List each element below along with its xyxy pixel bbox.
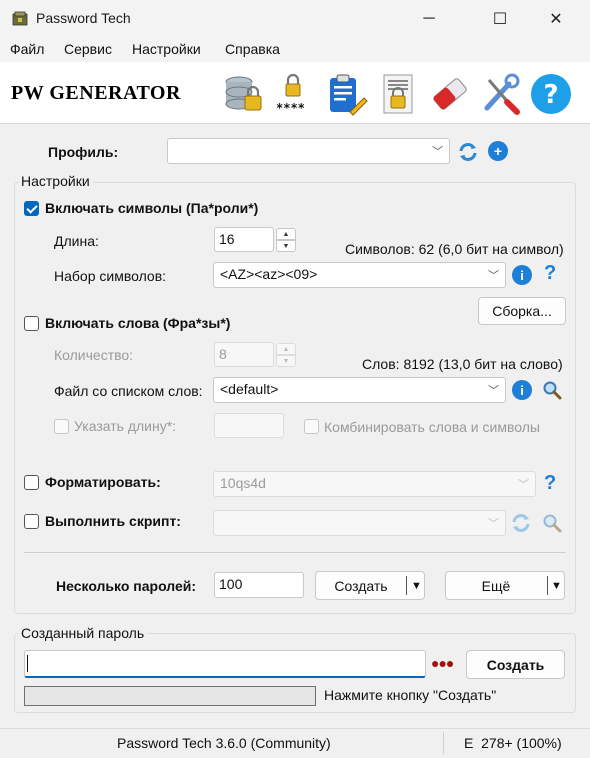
- multi-label: Несколько паролей:: [56, 578, 197, 594]
- multi-create-label: Создать: [334, 577, 388, 594]
- close-icon: ✕: [549, 11, 563, 28]
- refresh-icon[interactable]: [457, 141, 479, 163]
- close-button[interactable]: ✕: [533, 0, 579, 38]
- charset-value: <AZ><az><09>: [220, 266, 318, 282]
- format-label[interactable]: Форматировать:: [45, 474, 161, 490]
- charset-info-button[interactable]: i: [512, 265, 532, 285]
- svg-text:?: ?: [543, 80, 558, 110]
- wordlist-value: <default>: [220, 381, 279, 397]
- profile-select[interactable]: ﹀: [167, 138, 450, 164]
- format-checkbox[interactable]: [24, 475, 39, 490]
- format-select[interactable]: 10qs4d ﹀: [213, 471, 536, 497]
- search-icon[interactable]: [542, 380, 562, 400]
- script-checkbox[interactable]: [24, 514, 39, 529]
- maximize-icon: ☐: [492, 11, 508, 28]
- include-chars-label[interactable]: Включать символы (Па*роли*): [45, 200, 258, 216]
- database-lock-icon[interactable]: [221, 72, 265, 116]
- minimize-button[interactable]: ─: [406, 0, 452, 38]
- words-info: Слов: 8192 (13,0 бит на слово): [362, 356, 563, 372]
- divider: [24, 552, 566, 553]
- length-spinner[interactable]: ▲ ▼: [276, 228, 296, 252]
- status-separator: [443, 732, 444, 754]
- chevron-down-icon: ﹀: [488, 518, 499, 530]
- minimize-icon: ─: [423, 10, 435, 27]
- charset-help-icon[interactable]: ?: [544, 262, 556, 285]
- chevron-down-icon: ﹀: [432, 146, 443, 158]
- menu-file[interactable]: Файл: [10, 41, 44, 57]
- chars-info: Символов: 62 (6,0 бит на символ): [345, 241, 564, 257]
- split-divider: [547, 576, 548, 595]
- combine-label[interactable]: Комбинировать слова и символы: [324, 419, 540, 435]
- generate-button[interactable]: Создать: [466, 650, 565, 679]
- help-icon[interactable]: ?: [529, 72, 573, 116]
- eraser-icon[interactable]: [428, 72, 472, 116]
- spin-down-icon[interactable]: ▼: [276, 355, 296, 367]
- profile-label: Профиль:: [48, 144, 119, 160]
- document-lock-icon[interactable]: [377, 72, 421, 116]
- generated-password-field[interactable]: [24, 650, 426, 678]
- multi-count-input[interactable]: 100: [214, 572, 304, 598]
- include-words-label[interactable]: Включать слова (Фра*зы*): [45, 315, 230, 331]
- show-password-toggle[interactable]: ●●●: [431, 655, 454, 671]
- split-divider: [406, 576, 407, 595]
- menu-help[interactable]: Справка: [225, 41, 280, 57]
- dropdown-arrow-icon[interactable]: ▼: [411, 580, 422, 592]
- menu-service[interactable]: Сервис: [64, 41, 112, 57]
- format-help-icon[interactable]: ?: [544, 472, 556, 495]
- info-icon: i: [520, 382, 524, 398]
- wordlist-select[interactable]: <default> ﹀: [213, 377, 506, 403]
- text-cursor: [27, 655, 28, 672]
- charset-select[interactable]: <AZ><az><09> ﹀: [213, 262, 506, 288]
- wordlist-label: Файл со списком слов:: [54, 383, 203, 399]
- chevron-down-icon: ﹀: [488, 385, 499, 397]
- format-value: 10qs4d: [220, 475, 266, 491]
- maximize-button[interactable]: ☐: [477, 0, 523, 38]
- app-icon: [12, 11, 28, 26]
- include-words-checkbox[interactable]: [24, 316, 39, 331]
- generated-hint: Нажмите кнопку "Создать": [324, 687, 497, 703]
- strength-meter: [24, 686, 316, 706]
- spin-up-icon[interactable]: ▲: [276, 228, 296, 240]
- svg-text:****: ****: [276, 101, 305, 115]
- length-label: Длина:: [54, 233, 99, 249]
- count-spinner[interactable]: ▲ ▼: [276, 343, 296, 367]
- build-button[interactable]: Сборка...: [478, 297, 566, 325]
- info-icon: i: [520, 267, 524, 283]
- logo-text: PW GENERATOR: [11, 82, 181, 104]
- generated-group-title: Созданный пароль: [18, 625, 148, 641]
- tools-icon[interactable]: [479, 72, 523, 116]
- charset-label: Набор символов:: [54, 268, 167, 284]
- count-label: Количество:: [54, 347, 134, 363]
- wordlist-info-button[interactable]: i: [512, 380, 532, 400]
- window-title: Password Tech: [36, 10, 131, 26]
- more-label: Ещё: [481, 577, 511, 594]
- title-bar: Password Tech ─ ☐ ✕: [0, 0, 590, 38]
- clipboard-edit-icon[interactable]: [324, 72, 368, 116]
- script-select[interactable]: ﹀: [213, 510, 506, 536]
- refresh-script-icon[interactable]: [510, 512, 532, 534]
- multi-create-button[interactable]: Создать ▼: [315, 571, 425, 600]
- combine-checkbox[interactable]: [304, 419, 319, 434]
- more-button[interactable]: Ещё ▼: [445, 571, 565, 600]
- status-zoom: E 278+ (100%): [464, 735, 562, 751]
- count-input[interactable]: 8: [214, 342, 274, 367]
- chevron-down-icon: ﹀: [488, 270, 499, 282]
- length-input[interactable]: 16: [214, 227, 274, 252]
- add-profile-button[interactable]: +: [488, 141, 508, 161]
- specify-length-label[interactable]: Указать длину*:: [74, 418, 176, 434]
- plus-icon: +: [493, 143, 503, 159]
- settings-group-title: Настройки: [18, 173, 93, 189]
- dropdown-arrow-icon[interactable]: ▼: [551, 580, 562, 592]
- script-label[interactable]: Выполнить скрипт:: [45, 513, 181, 529]
- chevron-down-icon: ﹀: [518, 479, 529, 491]
- password-mask-icon[interactable]: ****: [272, 72, 316, 116]
- status-version: Password Tech 3.6.0 (Community): [117, 735, 331, 751]
- spin-down-icon[interactable]: ▼: [276, 240, 296, 252]
- specify-length-checkbox[interactable]: [54, 419, 69, 434]
- include-chars-checkbox[interactable]: [24, 201, 39, 216]
- specify-length-input[interactable]: [214, 413, 284, 438]
- menu-settings[interactable]: Настройки: [132, 41, 201, 57]
- spin-up-icon[interactable]: ▲: [276, 343, 296, 355]
- search-script-icon[interactable]: [542, 513, 562, 533]
